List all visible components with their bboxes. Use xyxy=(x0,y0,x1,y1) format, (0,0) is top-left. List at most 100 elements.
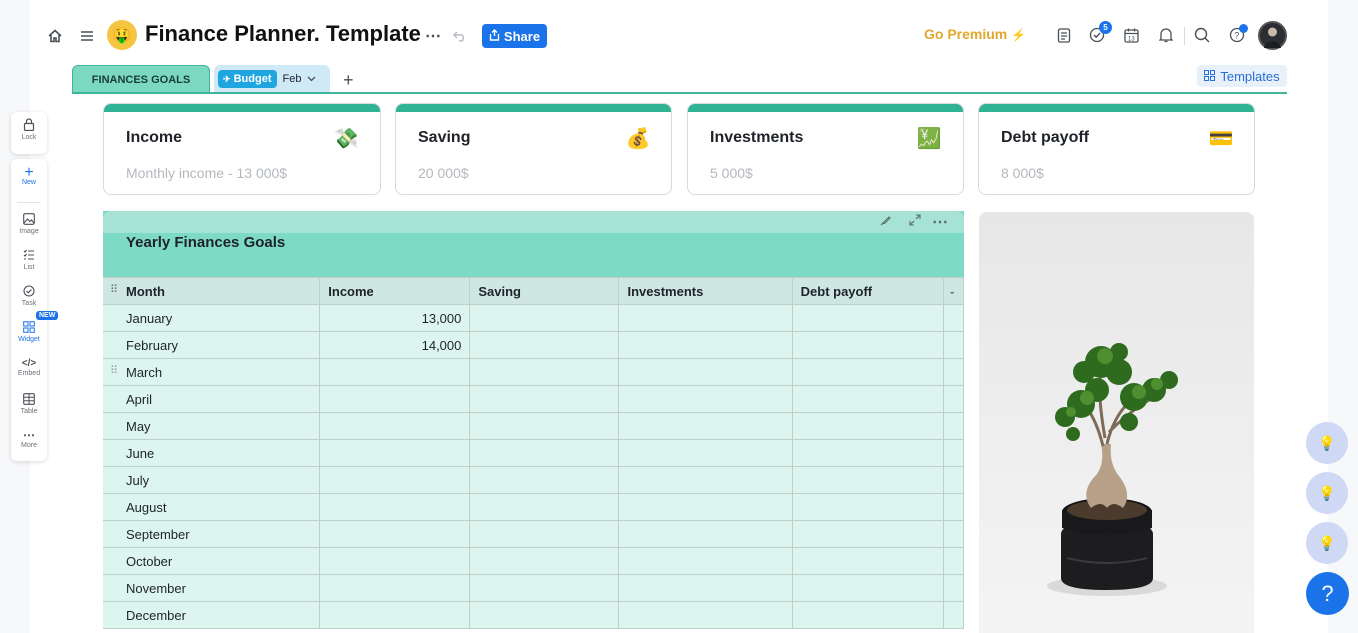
cell-saving[interactable] xyxy=(469,439,620,467)
cell-income[interactable] xyxy=(319,601,471,629)
cell-debt-payoff[interactable] xyxy=(791,439,945,467)
cell-extra[interactable] xyxy=(943,331,964,359)
cell-income[interactable] xyxy=(319,412,471,440)
calendar-icon[interactable]: 13 xyxy=(1121,25,1141,45)
cell-month[interactable]: April xyxy=(103,385,321,413)
page-title[interactable]: Finance Planner. Template xyxy=(145,21,421,47)
menu-icon[interactable] xyxy=(78,27,96,45)
new-button[interactable]: + New xyxy=(11,165,47,187)
debt-payoff-card[interactable]: Debt payoff 💳 8 000$ xyxy=(978,103,1255,195)
cell-debt-payoff[interactable] xyxy=(791,601,945,629)
task-button[interactable]: Task xyxy=(11,285,47,307)
cell-extra[interactable] xyxy=(943,520,964,548)
notes-icon[interactable] xyxy=(1054,25,1074,45)
cell-saving[interactable] xyxy=(469,601,620,629)
cell-saving[interactable] xyxy=(469,547,620,575)
cell-saving[interactable] xyxy=(469,574,620,602)
investments-card[interactable]: Investments 💹 5 000$ xyxy=(687,103,964,195)
idea-bulb-button[interactable]: 💡 xyxy=(1306,422,1348,464)
income-card[interactable]: Income 💸 Monthly income - 13 000$ xyxy=(103,103,381,195)
cell-debt-payoff[interactable] xyxy=(791,493,945,521)
cell-month[interactable]: October xyxy=(103,547,321,575)
avatar[interactable] xyxy=(1258,21,1287,50)
cell-income[interactable] xyxy=(319,520,471,548)
column-header-income[interactable]: Income xyxy=(319,277,471,305)
cell-extra[interactable] xyxy=(943,412,964,440)
cell-income[interactable] xyxy=(319,385,471,413)
cell-debt-payoff[interactable] xyxy=(791,385,945,413)
cell-debt-payoff[interactable] xyxy=(791,520,945,548)
cell-month[interactable]: May xyxy=(103,412,321,440)
cell-investments[interactable] xyxy=(618,574,793,602)
cell-investments[interactable] xyxy=(618,439,793,467)
saving-card[interactable]: Saving 💰 20 000$ xyxy=(395,103,672,195)
tab-finances-goals[interactable]: FINANCES GOALS xyxy=(72,65,210,93)
row-drag-handle-icon[interactable]: ⠿ xyxy=(110,364,118,377)
cell-month[interactable]: November xyxy=(103,574,321,602)
cell-investments[interactable] xyxy=(618,385,793,413)
add-tab-button[interactable]: + xyxy=(343,70,354,91)
cell-income[interactable]: 14,000 xyxy=(319,331,471,359)
cell-saving[interactable] xyxy=(469,385,620,413)
widget-button[interactable]: Widget xyxy=(11,321,47,343)
cell-income[interactable] xyxy=(319,574,471,602)
cell-income[interactable] xyxy=(319,493,471,521)
cell-income[interactable] xyxy=(319,439,471,467)
column-header-month[interactable]: Month xyxy=(103,277,321,305)
column-header-investments[interactable]: Investments xyxy=(618,277,793,305)
list-button[interactable]: List xyxy=(11,249,47,271)
more-tools-button[interactable]: ⋯ More xyxy=(11,429,47,450)
cell-debt-payoff[interactable] xyxy=(791,412,945,440)
tab-budget[interactable]: ✈ Budget Feb xyxy=(214,65,330,93)
cell-month[interactable]: June xyxy=(103,439,321,467)
templates-button[interactable]: Templates xyxy=(1197,65,1287,87)
cell-month[interactable]: December xyxy=(103,601,321,629)
cell-extra[interactable] xyxy=(943,304,964,332)
cell-extra[interactable] xyxy=(943,547,964,575)
cell-month[interactable]: March xyxy=(103,358,321,386)
cell-month[interactable]: February xyxy=(103,331,321,359)
go-premium-link[interactable]: Go Premium ⚡ xyxy=(924,26,1026,42)
cell-investments[interactable] xyxy=(618,331,793,359)
cell-investments[interactable] xyxy=(618,358,793,386)
cell-extra[interactable] xyxy=(943,439,964,467)
lock-button[interactable]: Lock xyxy=(11,118,47,141)
cell-income[interactable] xyxy=(319,466,471,494)
cell-saving[interactable] xyxy=(469,358,620,386)
cell-debt-payoff[interactable] xyxy=(791,547,945,575)
bell-icon[interactable] xyxy=(1156,25,1176,45)
cell-saving[interactable] xyxy=(469,304,620,332)
cell-investments[interactable] xyxy=(618,601,793,629)
cell-month[interactable]: July xyxy=(103,466,321,494)
embed-button[interactable]: </> Embed xyxy=(11,357,47,377)
share-button[interactable]: Share xyxy=(482,24,547,48)
help-button[interactable]: ? xyxy=(1306,572,1349,615)
cell-month[interactable]: September xyxy=(103,520,321,548)
cell-debt-payoff[interactable] xyxy=(791,358,945,386)
cell-investments[interactable] xyxy=(618,304,793,332)
cell-saving[interactable] xyxy=(469,412,620,440)
cell-investments[interactable] xyxy=(618,493,793,521)
brush-icon[interactable] xyxy=(880,214,892,229)
cell-investments[interactable] xyxy=(618,466,793,494)
cell-extra[interactable] xyxy=(943,466,964,494)
image-button[interactable]: Image xyxy=(11,213,47,235)
cell-month[interactable]: January xyxy=(103,304,321,332)
idea-bulb-button[interactable]: 💡 xyxy=(1306,522,1348,564)
search-icon[interactable] xyxy=(1192,25,1212,45)
cell-debt-payoff[interactable] xyxy=(791,466,945,494)
undo-icon[interactable] xyxy=(451,27,469,45)
cell-saving[interactable] xyxy=(469,493,620,521)
cell-income[interactable] xyxy=(319,547,471,575)
column-header-saving[interactable]: Saving xyxy=(469,277,620,305)
cell-extra[interactable] xyxy=(943,358,964,386)
page-emoji[interactable]: 🤑 xyxy=(107,20,137,50)
more-icon[interactable]: ⋯ xyxy=(424,27,442,45)
cell-saving[interactable] xyxy=(469,466,620,494)
cell-extra[interactable] xyxy=(943,574,964,602)
cell-extra[interactable] xyxy=(943,385,964,413)
home-icon[interactable] xyxy=(46,27,64,45)
cell-debt-payoff[interactable] xyxy=(791,304,945,332)
cell-saving[interactable] xyxy=(469,331,620,359)
column-header-debt-payoff[interactable]: Debt payoff xyxy=(791,277,945,305)
